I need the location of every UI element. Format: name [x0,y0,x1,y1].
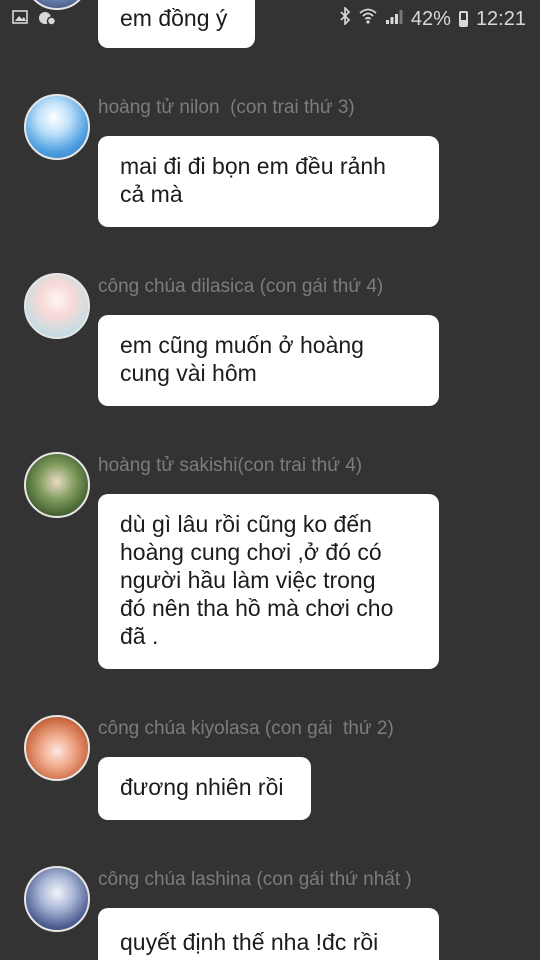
status-bar: 42% 12:21 [0,0,540,38]
battery-percent: 42% [410,7,451,30]
message-bubble[interactable]: quyết định thế nha !đc rồi [98,908,439,960]
status-right-icons: 42% 12:21 [339,6,526,31]
avatar[interactable] [24,94,90,160]
signal-icon [385,8,403,31]
sender-name: công chúa lashina (con gái thứ nhất ) [98,869,412,890]
sender-name: hoàng tử nilon (con trai thứ 3) [98,97,355,118]
sender-name: hoàng tử sakishi(con trai thứ 4) [98,455,363,476]
battery-icon [458,11,468,27]
message-bubble[interactable]: em cũng muốn ở hoàng cung vài hôm [98,315,439,406]
message-bubble[interactable]: đương nhiên rồi [98,757,311,820]
message-bubble[interactable]: mai đi đi bọn em đều rảnh cả mà [98,136,439,227]
clock: 12:21 [475,7,526,30]
sender-name: công chúa kiyolasa (con gái thứ 2) [98,718,394,739]
wifi-icon [359,7,377,31]
avatar[interactable] [24,866,90,932]
status-left-icons [12,10,57,31]
avatar[interactable] [24,273,90,339]
message-bubble[interactable]: dù gì lâu rồi cũng ko đến hoàng cung chơ… [98,494,439,669]
avatar[interactable] [24,715,90,781]
chat-screen: 42% 12:21 em đồng ý hoàng tử nilon (con … [0,0,540,960]
avatar[interactable] [24,452,90,518]
notification-icon [38,10,57,31]
bluetooth-icon [339,6,351,31]
sender-name: công chúa dilasica (con gái thứ 4) [98,276,384,297]
image-icon [12,10,28,31]
